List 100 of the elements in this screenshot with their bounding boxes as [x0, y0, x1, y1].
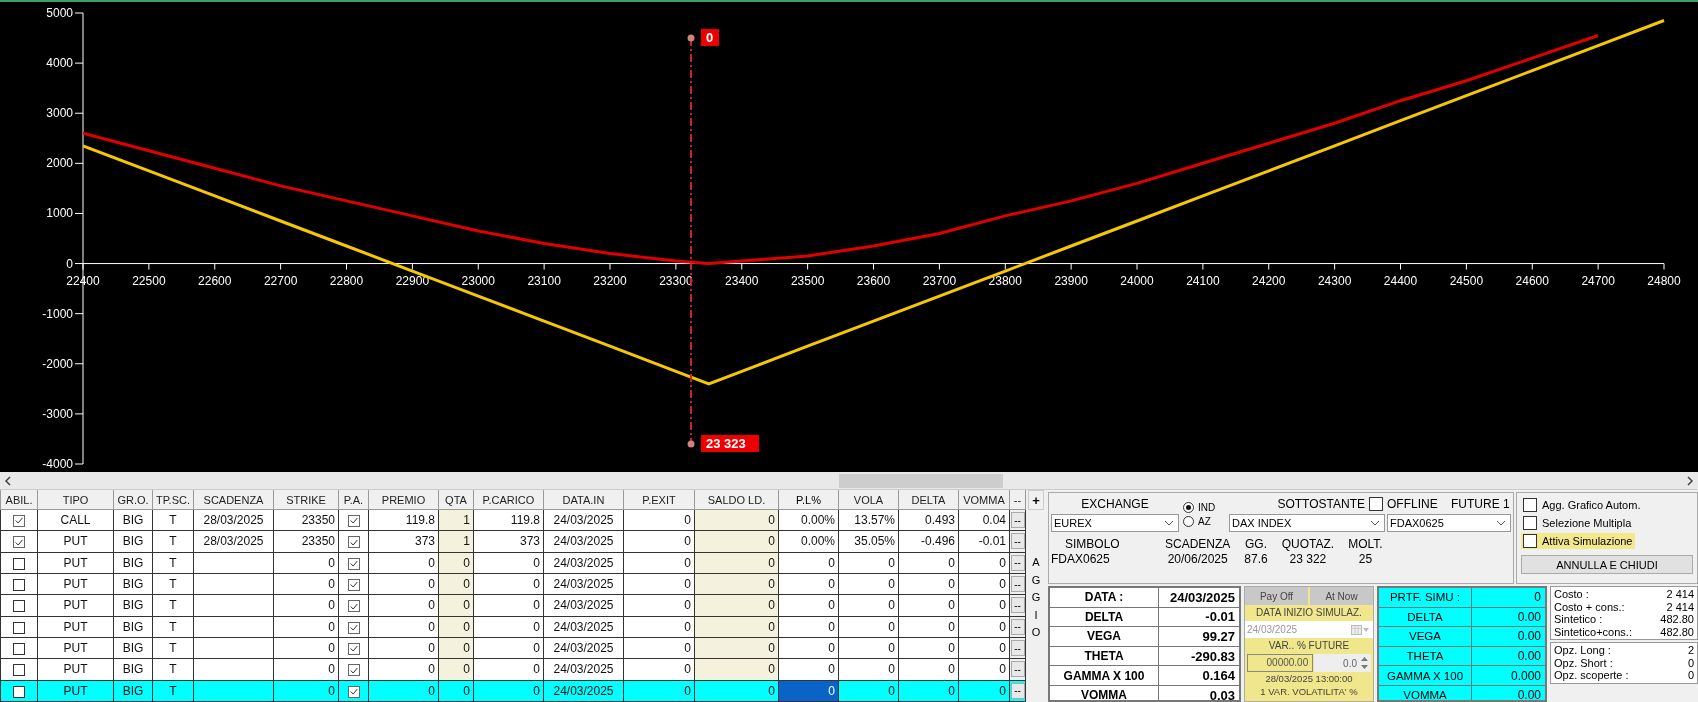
table-cell[interactable]: 28/03/2025 [193, 509, 274, 531]
table-cell[interactable]: 0 [958, 552, 1010, 574]
simulation-button[interactable]: At Now [1310, 587, 1373, 605]
row-action-button[interactable]: -- [1010, 533, 1025, 550]
table-cell[interactable]: 0 [838, 573, 899, 595]
checkbox[interactable] [13, 621, 25, 634]
table-cell[interactable]: 0 [368, 616, 439, 638]
table-cell[interactable]: 0 [368, 658, 439, 681]
checkbox[interactable] [13, 664, 25, 677]
table-cell[interactable]: BIG [113, 530, 153, 553]
row-action-button[interactable]: -- [1010, 554, 1025, 571]
table-cell[interactable]: 0 [623, 616, 695, 638]
table-cell[interactable]: 373 [368, 530, 439, 553]
table-cell[interactable]: -0.496 [898, 530, 959, 553]
table-cell[interactable]: T [152, 637, 194, 659]
checkbox[interactable] [347, 578, 360, 591]
table-cell[interactable]: T [152, 530, 194, 553]
table-cell[interactable]: T [152, 616, 194, 638]
checkbox[interactable] [13, 600, 25, 613]
table-cell[interactable]: 24/03/2025 [543, 637, 624, 659]
chevron-left-icon[interactable] [4, 475, 12, 486]
table-cell[interactable]: PUT [37, 530, 114, 553]
table-cell[interactable]: 0 [623, 637, 695, 659]
table-cell[interactable]: 0 [958, 573, 1010, 595]
table-cell[interactable]: 0 [898, 594, 959, 617]
table-cell[interactable]: 13.57% [838, 509, 899, 531]
table-cell[interactable]: 0 [473, 573, 544, 595]
table-cell[interactable]: PUT [37, 616, 114, 638]
table-cell[interactable]: 28/03/2025 [193, 530, 274, 553]
add-button[interactable]: + [1028, 490, 1044, 510]
table-cell[interactable]: 0 [623, 573, 695, 595]
table-cell[interactable]: 0 [778, 573, 839, 595]
row-action-button[interactable]: -- [1010, 682, 1025, 699]
table-cell[interactable]: 0 [623, 552, 695, 574]
row-action-button[interactable]: -- [1010, 618, 1025, 635]
table-cell[interactable]: 0 [473, 552, 544, 574]
table-cell[interactable]: 0 [838, 594, 899, 617]
table-cell[interactable]: BIG [113, 616, 153, 638]
table-cell[interactable]: 119.8 [473, 509, 544, 531]
scrollbar[interactable] [0, 472, 1698, 490]
table-cell[interactable]: 0 [898, 637, 959, 659]
table-cell[interactable]: 0 [273, 594, 339, 617]
table-cell[interactable]: T [152, 573, 194, 595]
checkbox[interactable] [1523, 498, 1537, 512]
table-cell[interactable]: 0.04 [958, 509, 1010, 531]
table-cell[interactable]: 0 [898, 552, 959, 574]
table-cell[interactable]: PUT [37, 658, 114, 681]
table-cell[interactable]: 24/03/2025 [543, 594, 624, 617]
table-cell[interactable]: T [152, 594, 194, 617]
table-cell[interactable]: 0 [958, 637, 1010, 659]
table-cell[interactable]: 0 [473, 658, 544, 681]
table-cell[interactable]: PUT [37, 637, 114, 659]
table-cell[interactable]: 0 [778, 552, 839, 574]
table-cell[interactable]: BIG [113, 658, 153, 681]
table-cell[interactable]: 0 [838, 637, 899, 659]
table-cell[interactable]: T [152, 509, 194, 531]
radio-button[interactable] [1183, 515, 1194, 527]
table-cell[interactable]: PUT [37, 594, 114, 617]
checkbox[interactable] [347, 621, 360, 634]
table-cell[interactable]: 0 [623, 658, 695, 681]
table-cell[interactable]: 24/03/2025 [543, 658, 624, 681]
table-cell[interactable]: 0 [368, 594, 439, 617]
checkbox[interactable] [13, 557, 25, 570]
checkbox[interactable] [13, 515, 25, 527]
table-cell[interactable]: 0 [898, 573, 959, 595]
table-cell[interactable]: 0 [838, 658, 899, 681]
table-cell[interactable]: 24/03/2025 [543, 530, 624, 553]
checkbox[interactable] [13, 642, 25, 655]
table-cell[interactable]: 0 [273, 552, 339, 574]
row-action-button[interactable]: -- [1010, 597, 1025, 614]
table-cell[interactable]: 24/03/2025 [543, 616, 624, 638]
table-cell[interactable]: 0 [623, 594, 695, 617]
simulation-button[interactable]: Pay Off [1245, 587, 1308, 605]
table-cell[interactable]: 0 [368, 637, 439, 659]
checkbox[interactable] [13, 578, 25, 591]
table-cell[interactable]: BIG [113, 594, 153, 617]
table-cell[interactable]: 0 [473, 616, 544, 638]
checkbox[interactable] [347, 600, 360, 613]
table-cell[interactable]: 0 [273, 658, 339, 681]
table-cell[interactable]: 373 [473, 530, 544, 553]
scrollbar-thumb[interactable] [839, 473, 1003, 488]
table-cell[interactable]: 0 [368, 573, 439, 595]
table-cell[interactable]: 24/03/2025 [543, 509, 624, 531]
table-cell[interactable]: 0.00% [778, 509, 839, 531]
table-cell[interactable]: 0 [623, 530, 695, 553]
table-cell[interactable]: 119.8 [368, 509, 439, 531]
table-cell[interactable]: 0 [473, 637, 544, 659]
checkbox[interactable] [1523, 534, 1537, 548]
table-cell[interactable]: BIG [113, 509, 153, 531]
checkbox[interactable] [1369, 496, 1383, 511]
table-cell[interactable]: PUT [37, 552, 114, 574]
table-cell[interactable]: 0 [958, 616, 1010, 638]
table-cell[interactable]: 0 [778, 658, 839, 681]
table-cell[interactable]: 0.493 [898, 509, 959, 531]
checkbox[interactable] [347, 557, 360, 570]
table-cell[interactable]: 0 [898, 658, 959, 681]
checkbox[interactable] [347, 664, 360, 677]
table-cell[interactable]: 0 [623, 509, 695, 531]
table-cell[interactable]: T [152, 552, 194, 574]
row-action-button[interactable]: -- [1010, 640, 1025, 657]
